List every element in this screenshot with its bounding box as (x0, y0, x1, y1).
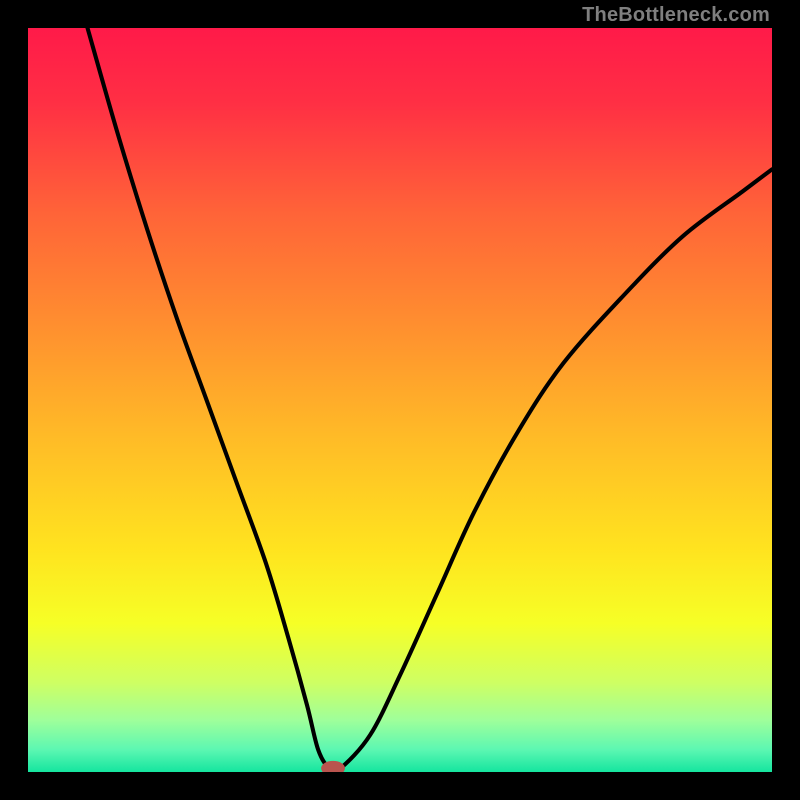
chart-svg (28, 28, 772, 772)
chart-frame: TheBottleneck.com (0, 0, 800, 800)
plot-area (28, 28, 772, 772)
watermark-text: TheBottleneck.com (582, 4, 770, 27)
gradient-background (28, 28, 772, 772)
